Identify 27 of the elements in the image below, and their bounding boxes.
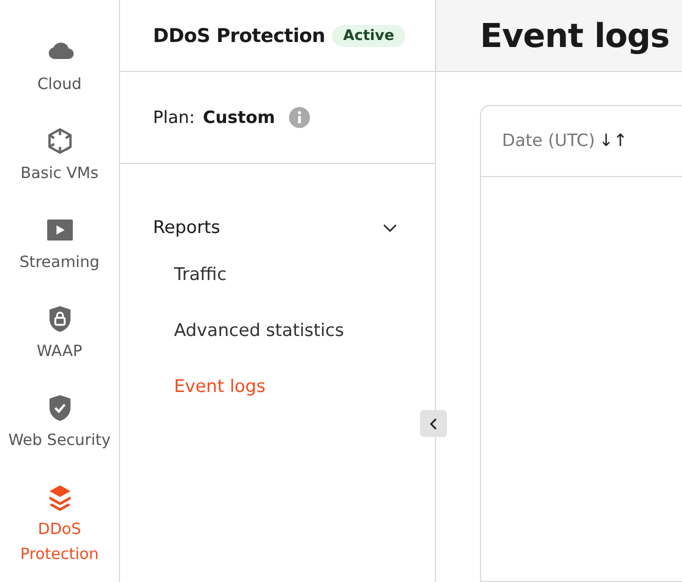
plan-value: Custom xyxy=(202,108,276,128)
chevron-left-icon xyxy=(428,416,440,430)
nav-item[interactable]: WAAP xyxy=(0,305,119,394)
reports-section-toggle[interactable]: Reports xyxy=(120,214,435,242)
column-header: Date (UTC) xyxy=(502,131,596,151)
nav-label: WAAP xyxy=(36,341,82,362)
submenu-item[interactable]: Advanced statistics xyxy=(174,318,344,344)
status-badge: Active xyxy=(332,24,406,46)
nav-item[interactable]: Web Security xyxy=(0,394,119,483)
submenu-item[interactable]: Event logs xyxy=(174,374,266,400)
nav-label: DDoS Protection xyxy=(19,519,100,565)
cube-icon xyxy=(46,127,74,155)
product-title: DDoS Protection xyxy=(153,24,326,46)
nav-label: Web Security xyxy=(8,430,111,451)
collapse-button[interactable] xyxy=(420,410,447,437)
sort-toggle[interactable]: ↓↑ xyxy=(599,131,628,151)
submenu-item[interactable]: Traffic xyxy=(174,262,227,288)
nav-label: Cloud xyxy=(37,74,82,95)
nav-item[interactable]: Basic VMs xyxy=(0,127,119,216)
nav-label: Streaming xyxy=(19,252,100,273)
plan-label: Plan: xyxy=(153,108,195,128)
section-label: Reports xyxy=(153,218,220,238)
nav-label: Basic VMs xyxy=(20,163,98,184)
nav-item[interactable]: Streaming xyxy=(0,216,119,305)
nav-item[interactable]: DDoS Protection xyxy=(0,483,119,572)
page-title: Event logs xyxy=(480,16,670,55)
nav-item[interactable]: Cloud xyxy=(0,38,119,127)
